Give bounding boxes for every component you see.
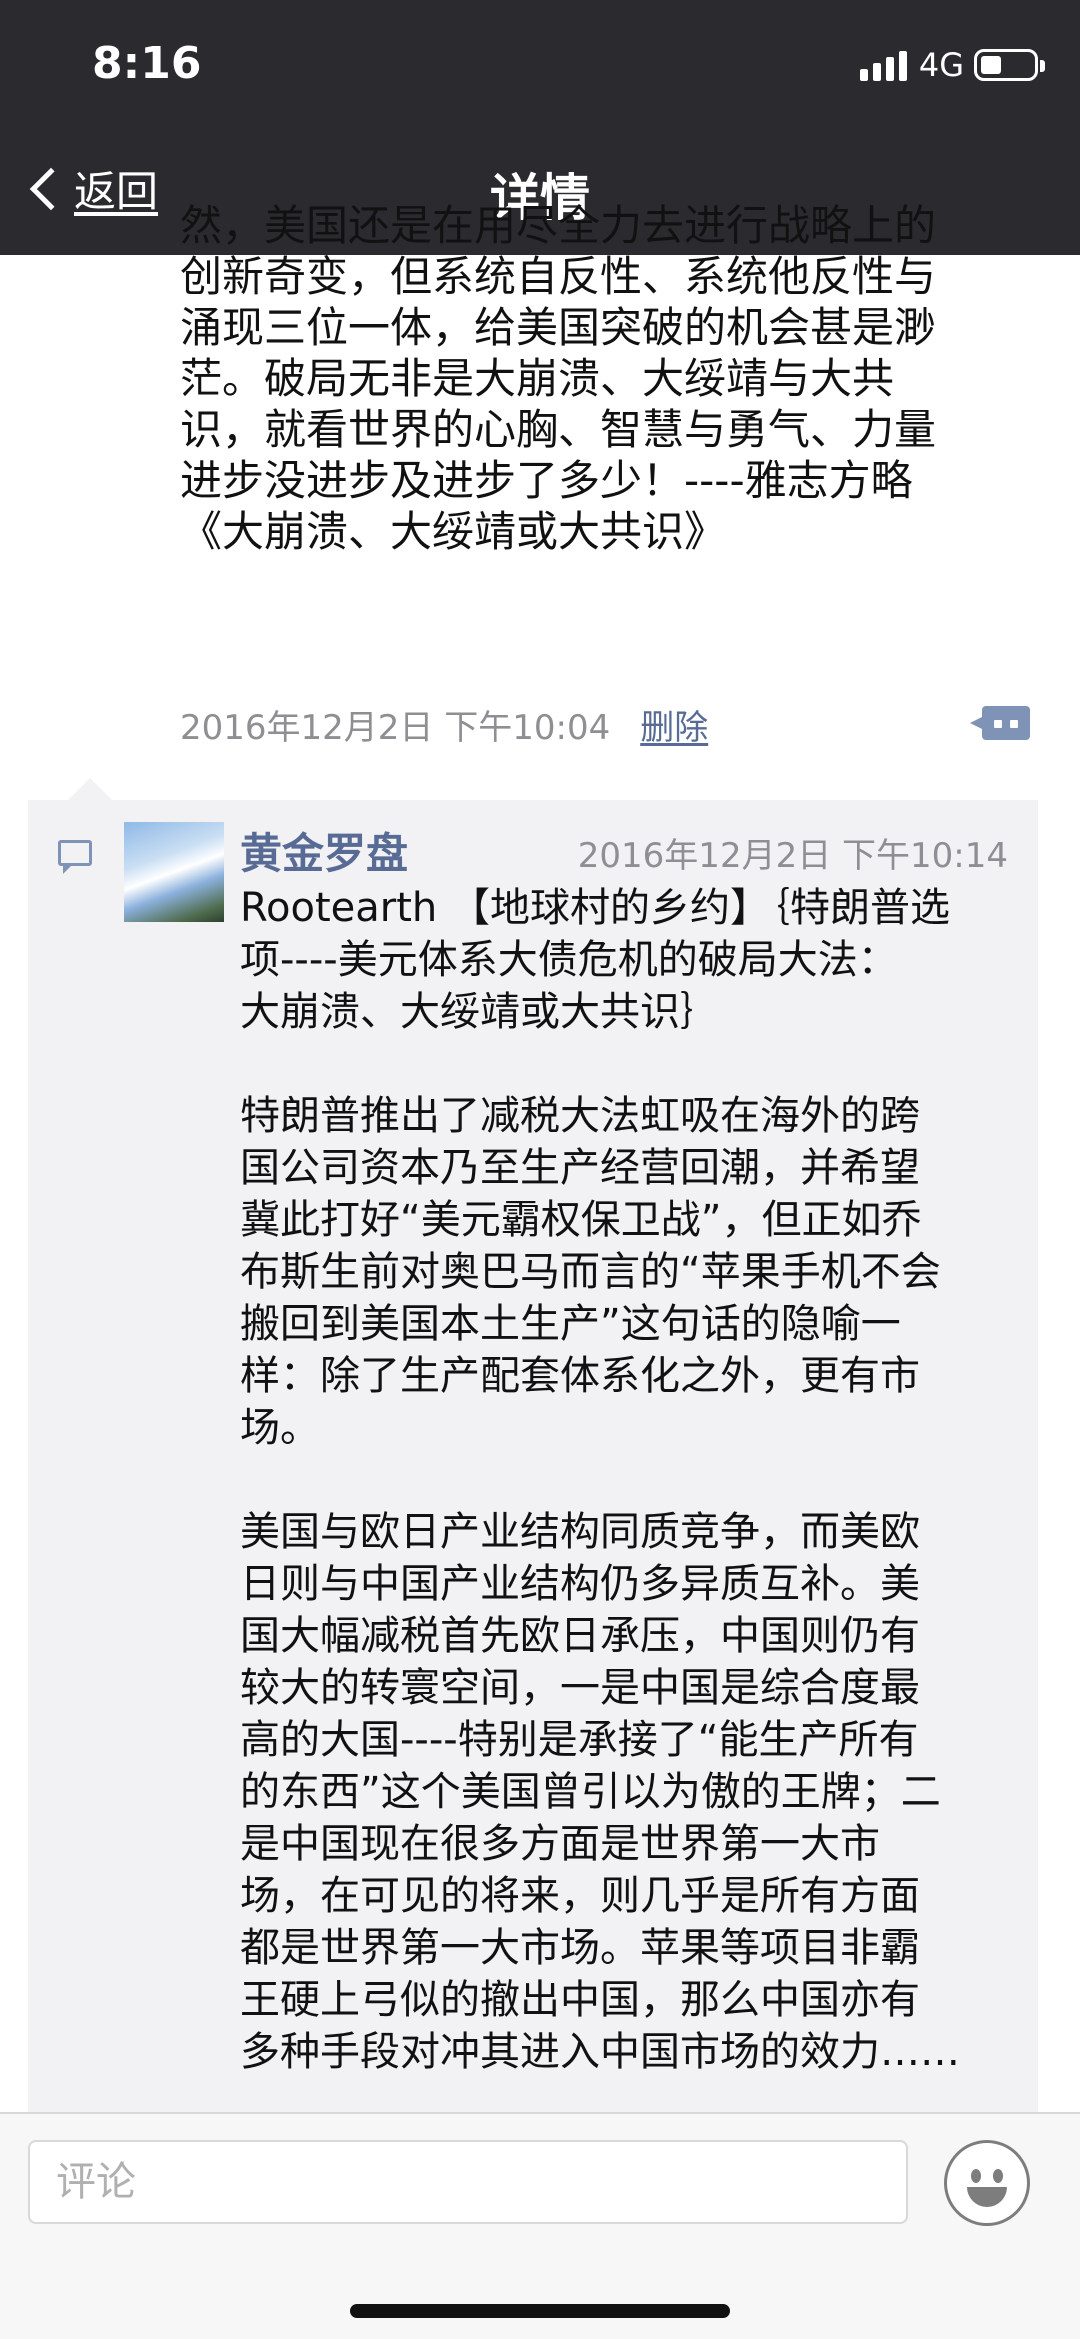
home-indicator <box>350 2304 730 2318</box>
post-line: 识，就看世界的心胸、智慧与勇气、力量 <box>180 405 937 454</box>
comment-line: 是中国现在很多方面是世界第一大市 <box>240 1821 880 1867</box>
comment-timestamp: 2016年12月2日 下午10:14 <box>577 836 1008 876</box>
comment-line: 的东西”这个美国曾引以为傲的王牌；二 <box>240 1769 941 1815</box>
post-line: 创新奇变，但系统自反性、系统他反性与 <box>180 252 937 301</box>
comment-line: 特朗普推出了减税大法虹吸在海外的跨 <box>240 1093 920 1139</box>
signal-icon <box>859 49 907 81</box>
comment-line: 国大幅减税首先欧日承压，中国则仍有 <box>240 1613 920 1659</box>
commenter-name[interactable]: 黄金罗盘 <box>240 820 408 881</box>
comment-line: 冀此打好“美元霸权保卫战”，但正如乔 <box>240 1197 922 1243</box>
comment-line: 场。 <box>240 1405 320 1451</box>
comment-line: 国公司资本乃至生产经营回潮，并希望 <box>240 1145 920 1191</box>
smiley-face-icon[interactable] <box>944 2140 1030 2226</box>
comment-line: 样：除了生产配套体系化之外，更有市 <box>240 1353 920 1399</box>
comment-line: 较大的转寰空间，一是中国是综合度最 <box>240 1665 920 1711</box>
comment-bubble-icon <box>58 840 92 874</box>
comment-line: 布斯生前对奥巴马而言的“苹果手机不会 <box>240 1249 941 1295</box>
comment-line: 高的大国----特别是承接了“能生产所有 <box>240 1717 919 1763</box>
comments-panel: 黄金罗盘 2016年12月2日 下午10:14 Rootearth 【地球村的乡… <box>28 778 1038 2112</box>
post-body: 然，美国还是在用尽全力去进行战略上的 创新奇变，但系统自反性、系统他反性与 涌现… <box>180 200 1030 557</box>
comment-text[interactable]: Rootearth 【地球村的乡约】｛特朗普选 项----美元体系大债危机的破局… <box>240 882 1020 2078</box>
comment-line: 都是世界第一大市场。苹果等项目非霸 <box>240 1925 920 1971</box>
battery-icon <box>974 49 1045 81</box>
post-line: 进步没进步及进步了多少！----雅志方略 <box>180 456 913 505</box>
comment-line: Rootearth 【地球村的乡约】｛特朗普选 <box>240 885 950 931</box>
comment-line: 大崩溃、大绥靖或大共识｝ <box>240 989 720 1035</box>
post-line: 《大崩溃、大绥靖或大共识》 <box>180 507 727 556</box>
delete-link[interactable]: 删除 <box>640 700 708 749</box>
comment-line: 项----美元体系大债危机的破局大法： <box>240 937 898 983</box>
post-line: 涌现三位一体，给美国突破的机会甚是渺 <box>180 303 937 352</box>
network-type: 4G <box>918 46 964 84</box>
post-meta: 2016年12月2日 下午10:04 删除 <box>180 700 708 749</box>
comment-line: 多种手段对冲其进入中国市场的效力…… <box>240 2029 960 2075</box>
comment-line: 搬回到美国本土生产”这句话的隐喻一 <box>240 1301 901 1347</box>
more-dots-icon[interactable] <box>970 706 1030 740</box>
post-timestamp: 2016年12月2日 下午10:04 <box>180 708 611 748</box>
status-indicators: 4G <box>859 46 1045 84</box>
avatar[interactable] <box>124 822 224 922</box>
comment-line: 王硬上弓似的撤出中国，那么中国亦有 <box>240 1977 920 2023</box>
comment-input-bar <box>0 2112 1080 2339</box>
comment-line: 日则与中国产业结构仍多异质互补。美 <box>240 1561 920 1607</box>
post-line: 然，美国还是在用尽全力去进行战略上的 <box>180 201 937 250</box>
comment-line: 场，在可见的将来，则几乎是所有方面 <box>240 1873 920 1919</box>
status-time: 8:16 <box>92 38 202 89</box>
comment-input[interactable] <box>28 2140 908 2224</box>
comment-line: 美国与欧日产业结构同质竞争，而美欧 <box>240 1509 920 1555</box>
post-line: 茫。破局无非是大崩溃、大绥靖与大共 <box>180 354 895 403</box>
